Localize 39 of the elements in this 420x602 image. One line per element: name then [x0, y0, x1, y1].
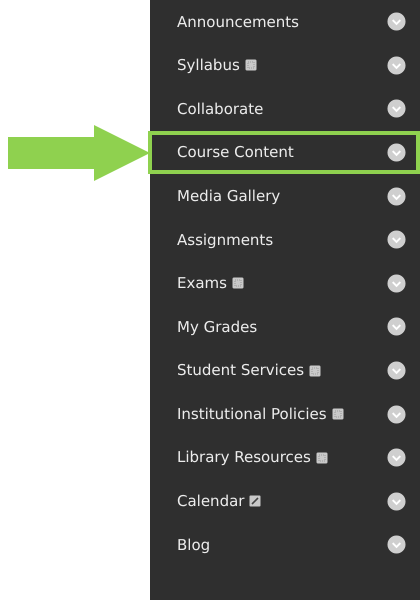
- chevron-down-icon[interactable]: [387, 99, 406, 118]
- chevron-down-icon[interactable]: [387, 404, 406, 424]
- menu-item[interactable]: Calendar: [148, 480, 420, 524]
- chevron-down-icon[interactable]: [387, 186, 406, 206]
- chevron-down-icon[interactable]: [387, 56, 406, 75]
- chevron-down-icon[interactable]: [387, 361, 406, 380]
- menu-label: Media Gallery: [177, 186, 280, 207]
- chevron-down-icon[interactable]: [387, 492, 406, 511]
- menu-label: Institutional Policies: [177, 404, 327, 425]
- menu-item[interactable]: Exams: [148, 262, 420, 306]
- chevron-down-icon[interactable]: [387, 12, 406, 32]
- menu-label: My Grades: [177, 316, 258, 338]
- chevron-down-icon[interactable]: [387, 143, 406, 162]
- menu-item[interactable]: Blog: [148, 523, 420, 567]
- chevron-down-icon[interactable]: [387, 274, 406, 293]
- menu-label: Course Content: [177, 142, 294, 164]
- menu-item[interactable]: Collaborate: [148, 87, 420, 131]
- menu-item[interactable]: Syllabus: [148, 44, 420, 88]
- menu-label: Library Resources: [177, 447, 311, 468]
- menu-item[interactable]: My Grades: [148, 305, 420, 349]
- menu-label: Blog: [177, 534, 210, 556]
- menu-item[interactable]: Student Services: [148, 348, 420, 392]
- chevron-down-icon[interactable]: [387, 448, 406, 468]
- menu-label: Exams: [177, 273, 227, 294]
- menu-item[interactable]: Media Gallery: [148, 174, 420, 218]
- menu-label: Announcements: [177, 12, 299, 33]
- menu-item[interactable]: Announcements: [148, 0, 420, 44]
- chevron-down-icon[interactable]: [387, 535, 406, 554]
- menu-label: Syllabus: [177, 55, 240, 76]
- menu-item[interactable]: Course Content: [148, 130, 420, 174]
- chevron-down-icon[interactable]: [387, 230, 406, 250]
- menu-item[interactable]: Assignments: [148, 218, 420, 262]
- menu-label: Collaborate: [177, 98, 264, 120]
- menu-item[interactable]: Institutional Policies: [148, 392, 420, 436]
- menu-label: Student Services: [177, 360, 304, 382]
- menu-label: Assignments: [177, 230, 274, 251]
- menu-item[interactable]: Library Resources: [148, 436, 420, 480]
- chevron-down-icon[interactable]: [387, 317, 406, 336]
- menu-label: Calendar: [177, 491, 244, 512]
